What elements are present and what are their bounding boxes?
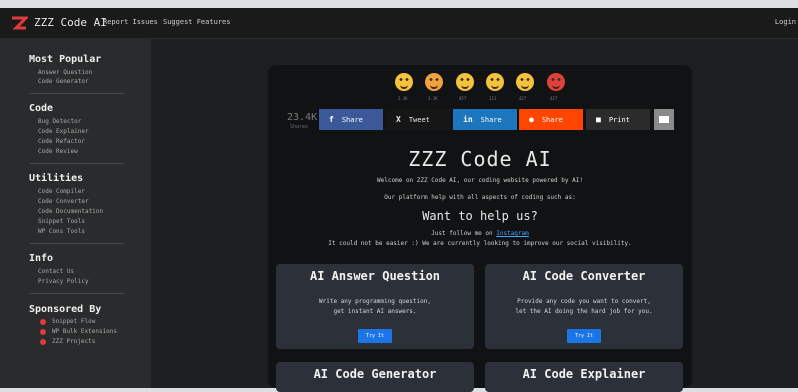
sidebar-item-code-compiler[interactable]: Code Compiler [38, 188, 85, 195]
feature-title: AI Code Explainer [522, 367, 646, 381]
linkedin-icon: in [463, 115, 473, 124]
sidebar-item-contact-us[interactable]: Contact Us [38, 268, 74, 275]
sidebar-section-info: Info [29, 253, 54, 264]
instagram-link[interactable]: Instagram [496, 230, 529, 237]
reaction-surprised-icon[interactable] [486, 73, 504, 91]
sidebar-item-code-converter[interactable]: Code Converter [38, 198, 89, 205]
report-issues-link[interactable]: Report Issues [103, 18, 158, 26]
login-link[interactable]: Login [775, 18, 796, 26]
sidebar-item-code-documentation[interactable]: Code Documentation [38, 208, 103, 215]
feature-card-answer-question: AI Answer Question Write any programming… [276, 264, 474, 349]
sidebar-item-snippet-tools[interactable]: Snippet Tools [38, 218, 85, 225]
sidebar-section-code: Code [29, 103, 54, 114]
zzz-logo-icon[interactable] [10, 14, 28, 32]
sidebar-divider [29, 293, 124, 294]
sidebar-divider [29, 243, 124, 244]
brand-title[interactable]: ZZZ Code AI [34, 16, 107, 29]
platform-text: Our platform help with all aspects of co… [384, 194, 576, 201]
share-counter: 23.4K [287, 112, 318, 123]
twitter-tweet-button[interactable]: X Tweet [386, 109, 450, 130]
wp-bulk-icon [40, 329, 46, 335]
x-icon: X [396, 115, 401, 124]
feature-description: Write any programming question, get inst… [276, 297, 474, 317]
reaction-heart-eyes-icon[interactable] [425, 73, 443, 91]
follow-text: Just follow me on Instagram [268, 230, 692, 237]
feature-desc-line: let the AI doing the hard job for you. [515, 308, 653, 315]
hero-title: ZZZ Code AI [408, 147, 552, 171]
sidebar-item-privacy-policy[interactable]: Privacy Policy [38, 278, 89, 285]
sponsor-zzz-projects[interactable]: ZZZ Projects [52, 338, 95, 345]
reaction-laugh-icon[interactable] [456, 73, 474, 91]
snippet-flow-icon [40, 319, 46, 325]
reaction-sad-icon[interactable] [516, 73, 534, 91]
feature-title: AI Code Generator [313, 367, 437, 381]
visibility-text: It could not be easier :) We are current… [328, 240, 632, 247]
top-navbar: ZZZ Code AI Report Issues Suggest Featur… [0, 8, 798, 39]
feature-title: AI Code Converter [522, 269, 646, 283]
print-label: Print [608, 115, 630, 124]
tweet-label: Tweet [408, 115, 430, 124]
feature-card-code-converter: AI Code Converter Provide any code you w… [485, 264, 683, 349]
try-it-button[interactable]: Try It [358, 329, 392, 343]
reaction-count: 321 [489, 96, 497, 101]
facebook-icon: f [329, 115, 334, 124]
sponsor-snippet-flow[interactable]: Snippet Flow [52, 318, 95, 325]
reaction-smile-icon[interactable] [395, 73, 413, 91]
feature-desc-line: Write any programming question, [319, 298, 431, 305]
reaction-count: 427 [519, 96, 527, 101]
printer-icon: ■ [596, 115, 601, 124]
sidebar-section-most-popular: Most Popular [29, 54, 102, 65]
linkedin-share-label: Share [480, 115, 502, 124]
sidebar-item-wp-cons-tools[interactable]: WP Cons Tools [38, 228, 85, 235]
reaction-count: 857 [459, 96, 467, 101]
try-it-button[interactable]: Try It [567, 329, 601, 343]
sponsor-wp-bulk-extensions[interactable]: WP Bulk Extensions [52, 328, 117, 335]
follow-prefix: Just follow me on [431, 230, 497, 237]
sidebar-item-code-explainer[interactable]: Code Explainer [38, 128, 89, 135]
welcome-text: Welcome on ZZZ Code AI, our coding websi… [377, 177, 583, 184]
sidebar-divider [29, 93, 124, 94]
reddit-share-button[interactable]: ● Share [519, 109, 583, 130]
sidebar-item-answer-question[interactable]: Answer Question [38, 69, 92, 76]
feature-description: Provide any code you want to convert, le… [485, 297, 683, 317]
email-share-button[interactable] [654, 109, 674, 130]
feature-title: AI Answer Question [309, 269, 441, 283]
help-heading: Want to help us? [422, 209, 538, 223]
feature-desc-line: get instant AI answers. [333, 308, 417, 315]
reaction-count: 427 [550, 96, 558, 101]
facebook-share-button[interactable]: f Share [319, 109, 383, 130]
reaction-count: 2.3K [398, 96, 408, 101]
reddit-icon: ● [529, 115, 534, 124]
sidebar-item-bug-detector[interactable]: Bug Detector [38, 118, 81, 125]
linkedin-share-button[interactable]: in Share [453, 109, 517, 130]
print-button[interactable]: ■ Print [586, 109, 650, 130]
sidebar-item-code-generator[interactable]: Code Generator [38, 78, 89, 85]
share-counter-label: Shares [290, 124, 309, 130]
reddit-share-label: Share [541, 115, 563, 124]
reaction-count: 3.1K [428, 96, 438, 101]
sidebar-item-code-refactor[interactable]: Code Refactor [38, 138, 85, 145]
sidebar-divider [29, 163, 124, 164]
sidebar-section-sponsored: Sponsored By [29, 304, 102, 315]
suggest-features-link[interactable]: Suggest Features [163, 18, 230, 26]
sidebar-section-utilities: Utilities [29, 173, 84, 184]
facebook-share-label: Share [341, 115, 363, 124]
sidebar-item-code-review[interactable]: Code Review [38, 148, 78, 155]
reaction-angry-icon[interactable] [547, 73, 565, 91]
feature-desc-line: Provide any code you want to convert, [517, 298, 651, 305]
zzz-projects-icon [40, 339, 46, 345]
